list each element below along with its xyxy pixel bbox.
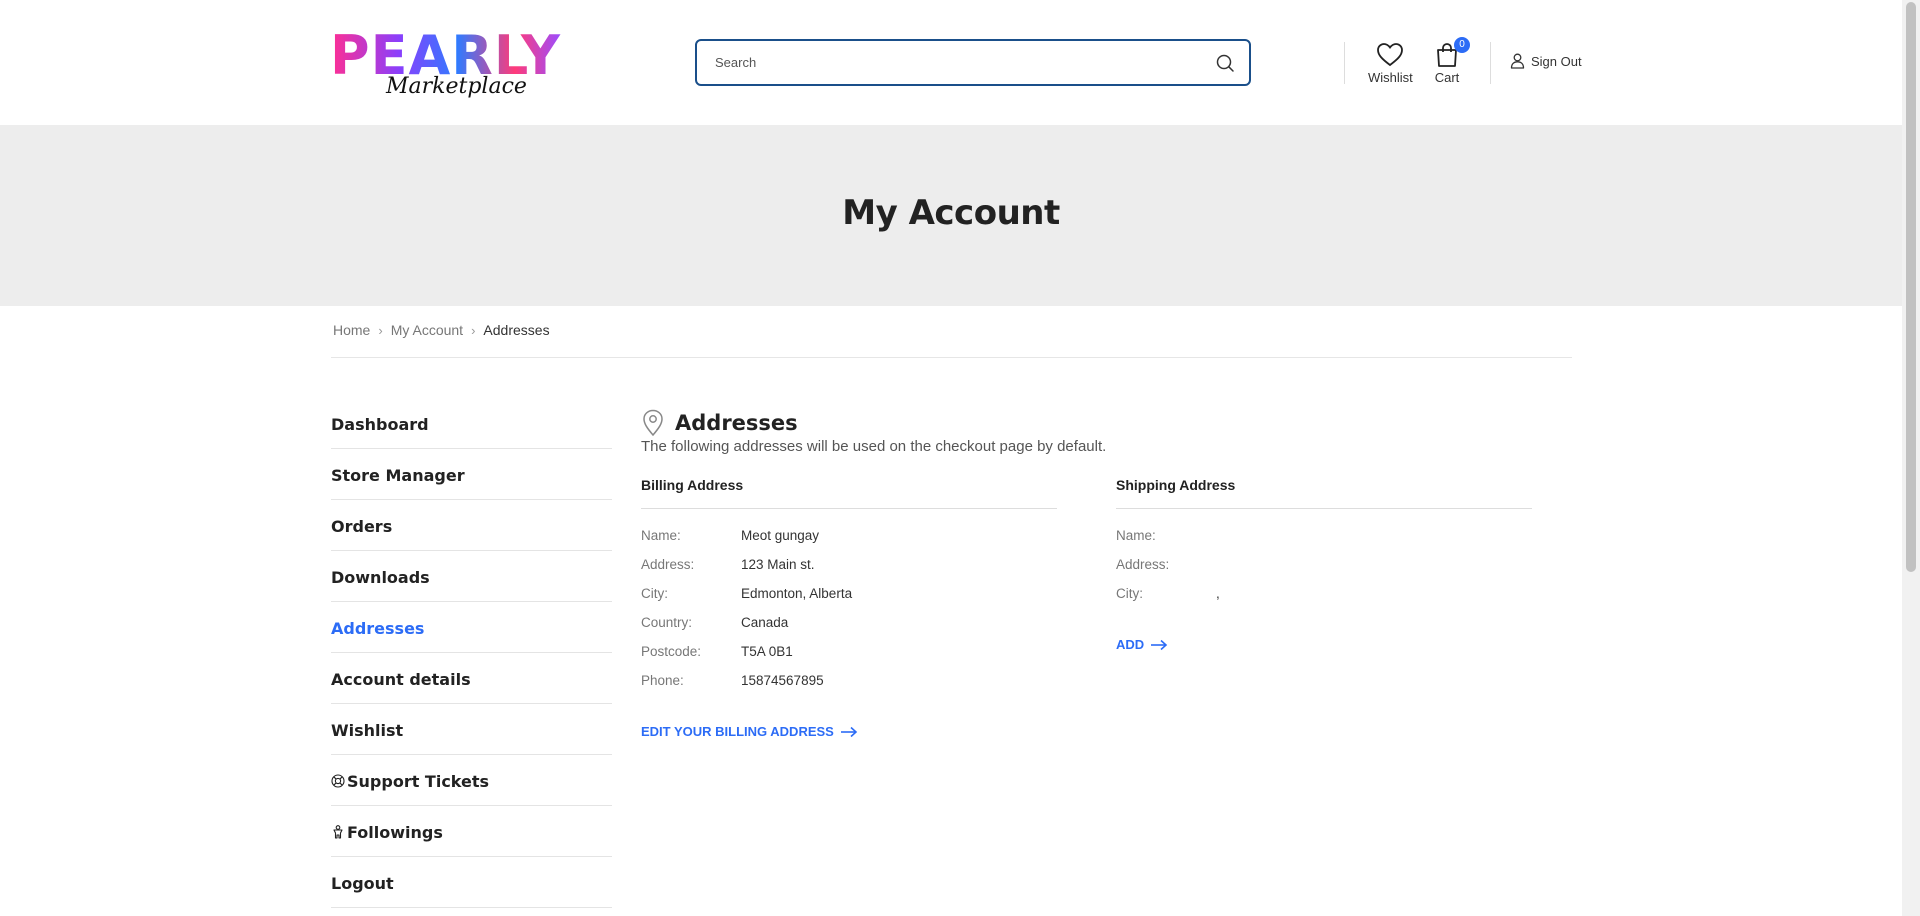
field-label: Country: bbox=[641, 615, 693, 630]
field-value: T5A 0B1 bbox=[741, 644, 793, 659]
shipping-name-row: Name: bbox=[1116, 528, 1532, 557]
search-bar bbox=[695, 39, 1251, 86]
section-description: The following addresses will be used on … bbox=[641, 438, 1107, 455]
sidebar-item-dashboard[interactable]: Dashboard bbox=[331, 398, 612, 449]
billing-address-heading: Billing Address bbox=[641, 477, 1057, 509]
sign-out-link[interactable]: Sign Out bbox=[1510, 53, 1582, 69]
sidebar-item-label: Wishlist bbox=[331, 721, 404, 740]
field-label: Postcode: bbox=[641, 644, 702, 659]
billing-phone-row: Phone: 15874567895 bbox=[641, 673, 1057, 702]
header-divider bbox=[1344, 42, 1345, 84]
breadcrumb-separator: › bbox=[378, 322, 383, 338]
breadcrumb-home[interactable]: Home bbox=[333, 322, 370, 338]
sidebar-item-account-details[interactable]: Account details bbox=[331, 653, 612, 704]
breadcrumb-divider bbox=[331, 357, 1572, 358]
shipping-address-heading: Shipping Address bbox=[1116, 477, 1532, 509]
child-figure-icon bbox=[333, 825, 343, 839]
field-label: Address: bbox=[1116, 557, 1170, 572]
breadcrumb-current: Addresses bbox=[483, 322, 550, 338]
breadcrumb-separator: › bbox=[471, 322, 476, 338]
sidebar-item-label: Downloads bbox=[331, 568, 430, 587]
page-title: My Account bbox=[842, 193, 1060, 233]
sidebar-item-label: Orders bbox=[331, 517, 393, 536]
shipping-address-row: Address: bbox=[1116, 557, 1532, 586]
billing-postcode-row: Postcode: T5A 0B1 bbox=[641, 644, 1057, 673]
heart-icon bbox=[1377, 43, 1403, 67]
lifebuoy-icon bbox=[331, 774, 345, 788]
edit-billing-address-label: EDIT YOUR BILLING ADDRESS bbox=[641, 724, 834, 739]
cart-count-badge: 0 bbox=[1454, 37, 1470, 53]
sidebar-item-label: Addresses bbox=[331, 619, 425, 638]
field-label: Phone: bbox=[641, 673, 684, 688]
header-divider bbox=[1490, 42, 1491, 84]
field-value: Canada bbox=[741, 615, 789, 630]
pearly-logo[interactable]: PEARLY Marketplace bbox=[330, 28, 565, 108]
add-shipping-address-label: ADD bbox=[1116, 637, 1145, 652]
cart-label: Cart bbox=[1434, 70, 1460, 85]
wishlist-label: Wishlist bbox=[1368, 70, 1413, 85]
sidebar-item-store-manager[interactable]: Store Manager bbox=[331, 449, 612, 500]
field-value: Meot gungay bbox=[741, 528, 820, 543]
user-icon bbox=[1510, 53, 1525, 69]
sidebar-item-label: Followings bbox=[347, 823, 443, 842]
field-label: City: bbox=[641, 586, 668, 601]
addresses-header: Addresses bbox=[641, 409, 798, 437]
field-label: City: bbox=[1116, 586, 1143, 601]
section-title: Addresses bbox=[675, 411, 798, 435]
breadcrumb-my-account[interactable]: My Account bbox=[391, 322, 463, 338]
sidebar-item-label: Dashboard bbox=[331, 415, 429, 434]
scrollbar-thumb[interactable] bbox=[1906, 2, 1916, 572]
sidebar-item-support-tickets[interactable]: Support Tickets bbox=[331, 755, 612, 806]
field-value: , bbox=[1216, 586, 1220, 601]
shipping-address-card: Shipping Address Name: Address: City: , bbox=[1116, 477, 1532, 615]
wishlist-link[interactable]: Wishlist bbox=[1368, 42, 1413, 85]
billing-country-row: Country: Canada bbox=[641, 615, 1057, 644]
site-header: PEARLY Marketplace Wishlist Cart 0 Sign … bbox=[0, 0, 1902, 125]
account-sidebar: Dashboard Store Manager Orders Downloads… bbox=[331, 398, 612, 908]
sidebar-item-wishlist[interactable]: Wishlist bbox=[331, 704, 612, 755]
billing-city-row: City: Edmonton, Alberta bbox=[641, 586, 1057, 615]
sidebar-item-label: Logout bbox=[331, 874, 394, 893]
logo-subtitle: Marketplace bbox=[386, 74, 527, 99]
billing-address-row: Address: 123 Main st. bbox=[641, 557, 1057, 586]
field-label: Name: bbox=[1116, 528, 1156, 543]
search-icon[interactable] bbox=[1215, 53, 1235, 73]
field-value: 123 Main st. bbox=[741, 557, 815, 572]
page-scrollbar[interactable] bbox=[1902, 0, 1920, 916]
sign-out-label: Sign Out bbox=[1531, 53, 1582, 69]
sidebar-item-label: Account details bbox=[331, 670, 471, 689]
sidebar-item-followings[interactable]: Followings bbox=[331, 806, 612, 857]
field-value: Edmonton, Alberta bbox=[741, 586, 853, 601]
sidebar-item-logout[interactable]: Logout bbox=[331, 857, 612, 908]
sidebar-item-downloads[interactable]: Downloads bbox=[331, 551, 612, 602]
billing-address-card: Billing Address Name: Meot gungay Addres… bbox=[641, 477, 1057, 702]
field-label: Address: bbox=[641, 557, 695, 572]
page-banner: My Account bbox=[0, 125, 1902, 306]
breadcrumb: Home › My Account › Addresses bbox=[333, 322, 550, 338]
sidebar-item-orders[interactable]: Orders bbox=[331, 500, 612, 551]
field-value: 15874567895 bbox=[741, 673, 824, 688]
sidebar-item-label: Support Tickets bbox=[347, 772, 490, 791]
field-label: Name: bbox=[641, 528, 681, 543]
search-input[interactable] bbox=[715, 41, 1195, 84]
add-shipping-address-link[interactable]: ADD bbox=[1116, 637, 1168, 652]
arrow-right-icon bbox=[1151, 639, 1168, 650]
billing-name-row: Name: Meot gungay bbox=[641, 528, 1057, 557]
sidebar-item-addresses[interactable]: Addresses bbox=[331, 602, 612, 653]
arrow-right-icon bbox=[840, 726, 858, 737]
shipping-city-row: City: , bbox=[1116, 586, 1532, 615]
sidebar-item-label: Store Manager bbox=[331, 466, 465, 485]
map-pin-icon bbox=[643, 409, 663, 437]
cart-link[interactable]: Cart 0 bbox=[1432, 37, 1470, 85]
edit-billing-address-link[interactable]: EDIT YOUR BILLING ADDRESS bbox=[641, 724, 858, 739]
